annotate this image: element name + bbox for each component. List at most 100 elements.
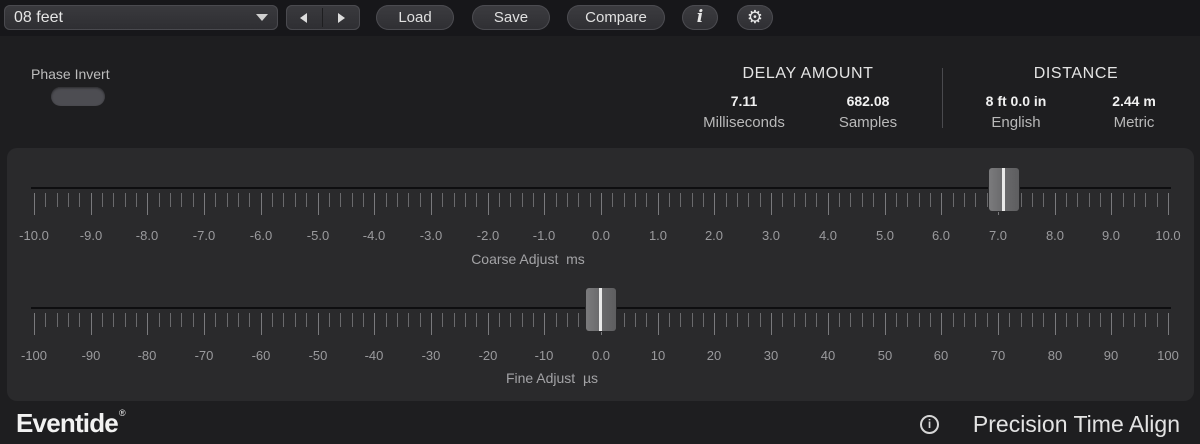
fine-tick [1123, 313, 1124, 327]
toolbar: 08 feet Load Save Compare i ⚙ [0, 0, 1200, 36]
fine-tick [1009, 313, 1010, 327]
fine-tick [794, 313, 795, 327]
coarse-tick-label: 8.0 [1045, 228, 1065, 243]
coarse-tick-label: -7.0 [192, 228, 216, 243]
coarse-tick [544, 193, 545, 215]
fine-tick [862, 313, 863, 327]
coarse-tick [374, 193, 375, 215]
fine-tick [748, 313, 749, 327]
fine-tick [692, 313, 693, 327]
coarse-tick [726, 193, 727, 207]
fine-tick [556, 313, 557, 327]
trademark-symbol: ® [118, 408, 126, 418]
coarse-tick [1111, 193, 1112, 215]
coarse-handle[interactable] [989, 168, 1019, 211]
coarse-tick [227, 193, 228, 207]
coarse-tick [556, 193, 557, 207]
product-info-icon[interactable]: i [920, 415, 939, 434]
fine-tick [998, 313, 999, 335]
phase-invert-label: Phase Invert [31, 66, 110, 82]
fine-tick [147, 313, 148, 335]
coarse-tick-label: -4.0 [362, 228, 386, 243]
delay-samples-unit: Samples [838, 114, 898, 131]
delay-ms-value: 7.11 [730, 93, 758, 109]
coarse-adjust-unit: ms [566, 251, 585, 267]
coarse-handle-indicator [1002, 168, 1005, 211]
coarse-tick [454, 193, 455, 207]
coarse-tick [442, 193, 443, 207]
coarse-tick [794, 193, 795, 207]
fine-tick [159, 313, 160, 327]
coarse-tick [397, 193, 398, 207]
previous-preset-button[interactable] [286, 5, 322, 30]
fine-tick [442, 313, 443, 327]
fine-tick [227, 313, 228, 327]
coarse-tick [476, 193, 477, 207]
preset-dropdown[interactable]: 08 feet [4, 5, 278, 30]
distance-metric-value: 2.44 m [1112, 93, 1156, 109]
coarse-tick [431, 193, 432, 215]
fine-tick [1157, 313, 1158, 327]
settings-button[interactable]: ⚙ [737, 5, 773, 30]
fine-tick [318, 313, 319, 335]
fine-tick [737, 313, 738, 327]
fine-adjust-unit: µs [582, 370, 599, 386]
fine-tick [397, 313, 398, 327]
fine-tick-label: 60 [933, 348, 949, 363]
coarse-tick [261, 193, 262, 215]
fine-tick [1100, 313, 1101, 327]
fine-tick [907, 313, 908, 327]
coarse-tick [782, 193, 783, 207]
coarse-tick [953, 193, 954, 207]
coarse-tick [1066, 193, 1067, 207]
fine-tick [1089, 313, 1090, 327]
fine-tick-label: -10 [534, 348, 554, 363]
coarse-tick [386, 193, 387, 207]
fine-tick [45, 313, 46, 327]
fine-tick [488, 313, 489, 335]
coarse-tick [635, 193, 636, 207]
coarse-tick [295, 193, 296, 207]
coarse-tick [340, 193, 341, 207]
fine-tick-label: -20 [478, 348, 498, 363]
coarse-tick [907, 193, 908, 207]
fine-tick [930, 313, 931, 327]
coarse-tick [159, 193, 160, 207]
coarse-tick [885, 193, 886, 215]
coarse-tick-label: 5.0 [875, 228, 895, 243]
fine-tick [1145, 313, 1146, 327]
fine-tick [726, 313, 727, 327]
coarse-tick [941, 193, 942, 215]
next-preset-button[interactable] [323, 5, 359, 30]
phase-invert-toggle[interactable] [51, 87, 105, 106]
fine-tick [1021, 313, 1022, 327]
coarse-tick [975, 193, 976, 207]
fine-tick [828, 313, 829, 335]
coarse-tick [272, 193, 273, 207]
info-button[interactable]: i [682, 5, 718, 30]
delay-ms-unit: Milliseconds [703, 114, 785, 131]
fine-tick [1032, 313, 1033, 327]
coarse-tick [147, 193, 148, 215]
fine-tick [272, 313, 273, 327]
load-button[interactable]: Load [376, 5, 454, 30]
save-button[interactable]: Save [472, 5, 550, 30]
fine-tick [964, 313, 965, 327]
fine-tick [805, 313, 806, 327]
coarse-tick [102, 193, 103, 207]
coarse-tick [465, 193, 466, 207]
fine-tick [919, 313, 920, 327]
coarse-tick [1077, 193, 1078, 207]
coarse-tick [646, 193, 647, 207]
fine-tick [408, 313, 409, 327]
coarse-tick [930, 193, 931, 207]
fine-handle[interactable] [586, 288, 616, 331]
compare-button[interactable]: Compare [567, 5, 665, 30]
fine-tick-label: -30 [421, 348, 441, 363]
fine-tick [782, 313, 783, 327]
coarse-tick-label: 2.0 [704, 228, 724, 243]
coarse-tick-label: -6.0 [249, 228, 273, 243]
fine-tick [386, 313, 387, 327]
coarse-tick [488, 193, 489, 215]
coarse-tick [1145, 193, 1146, 207]
